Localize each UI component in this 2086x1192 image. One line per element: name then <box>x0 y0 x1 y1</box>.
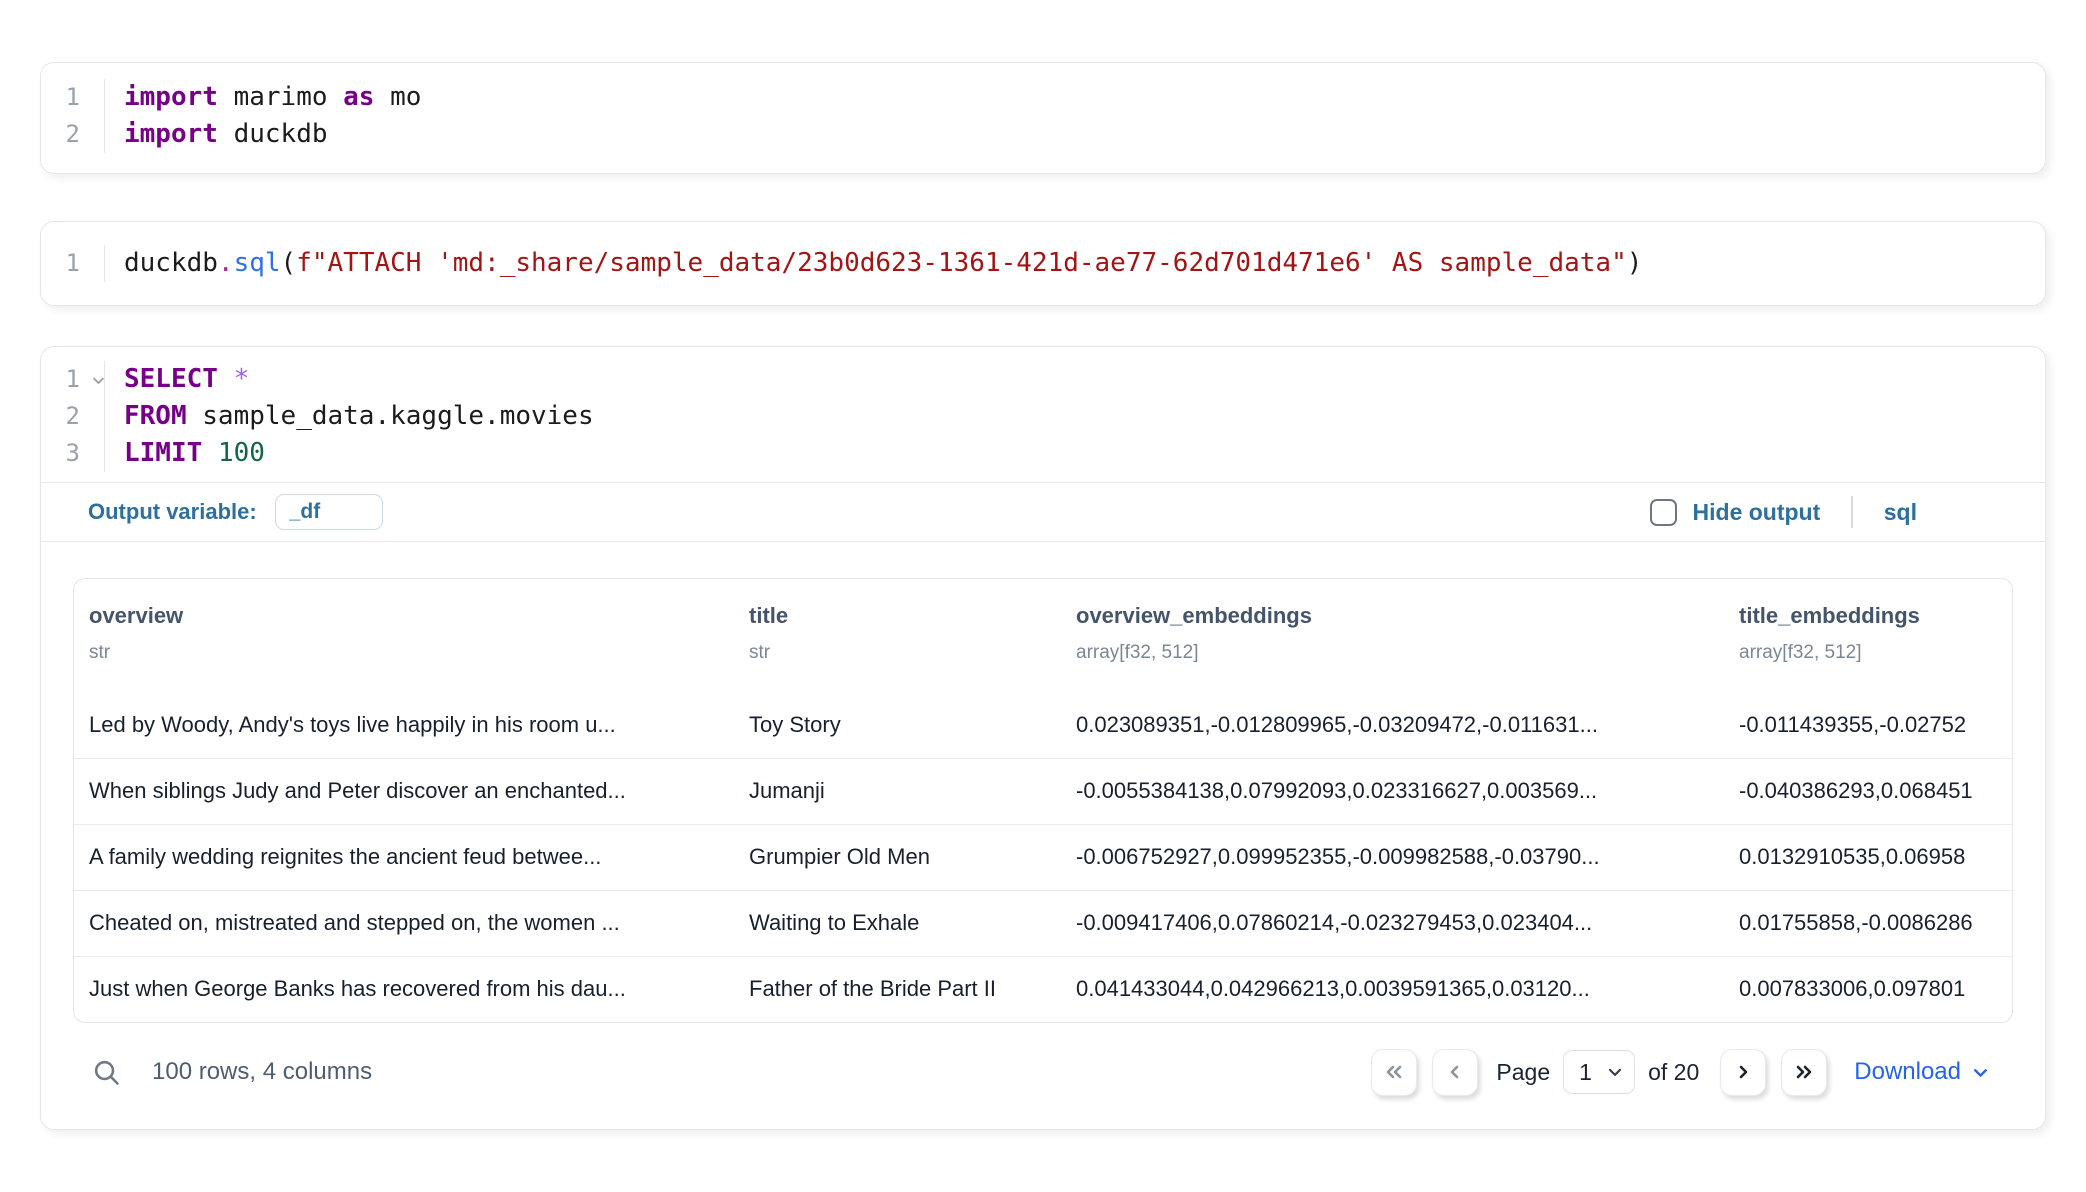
page-number-select[interactable]: 1 <box>1563 1050 1635 1094</box>
code-line[interactable]: 2import duckdb <box>41 116 2045 153</box>
table-cell[interactable]: -0.006752927,0.099952355,-0.009982588,-0… <box>1061 824 1724 890</box>
previous-page-button[interactable] <box>1432 1049 1478 1096</box>
column-type: str <box>749 642 1061 664</box>
row-count-summary: 100 rows, 4 columns <box>152 1058 372 1086</box>
notebook-cell-imports[interactable]: 1import marimo as mo2import duckdb <box>40 62 2046 174</box>
download-label: Download <box>1854 1058 1961 1086</box>
table-cell[interactable]: -0.009417406,0.07860214,-0.023279453,0.0… <box>1061 890 1724 956</box>
code-editor[interactable]: 1import marimo as mo2import duckdb <box>41 79 2045 153</box>
table-cell[interactable]: 0.041433044,0.042966213,0.0039591365,0.0… <box>1061 956 1724 1022</box>
chevrons-right-icon <box>1792 1060 1816 1084</box>
chevron-right-icon <box>1731 1060 1755 1084</box>
code-line[interactable]: 2FROM sample_data.kaggle.movies <box>41 398 2045 435</box>
column-type: array[f32, 512] <box>1739 642 2012 664</box>
table-row: Cheated on, mistreated and stepped on, t… <box>74 890 2012 956</box>
table-row: A family wedding reignites the ancient f… <box>74 824 2012 890</box>
chevron-down-icon <box>1605 1062 1625 1082</box>
column-type: str <box>89 642 734 664</box>
table-row: When siblings Judy and Peter discover an… <box>74 758 2012 824</box>
table-row: Just when George Banks has recovered fro… <box>74 956 2012 1022</box>
code-editor[interactable]: 1duckdb.sql(f"ATTACH 'md:_share/sample_d… <box>41 245 2045 282</box>
column-header[interactable]: title_embeddings array[f32, 512] <box>1724 579 2012 692</box>
line-number: 2 <box>41 398 105 435</box>
code-text[interactable]: duckdb.sql(f"ATTACH 'md:_share/sample_da… <box>105 245 1642 282</box>
table-cell[interactable]: Waiting to Exhale <box>734 890 1061 956</box>
pagination: Page 1 of 20 Download <box>1371 1049 1991 1096</box>
dataframe-table: overview str title str overview_embeddingsar… <box>74 579 2012 1022</box>
column-header[interactable]: title str <box>734 579 1061 692</box>
divider <box>41 541 2045 542</box>
line-number: 1 <box>41 79 105 116</box>
column-type: array[f32, 512] <box>1076 642 1724 664</box>
search-icon[interactable] <box>91 1057 122 1088</box>
hide-output-label: Hide output <box>1693 499 1821 526</box>
code-text[interactable]: FROM sample_data.kaggle.movies <box>105 398 594 435</box>
column-name: overview <box>89 603 734 629</box>
line-number: 3 <box>41 435 105 472</box>
notebook-cell-attach[interactable]: 1duckdb.sql(f"ATTACH 'md:_share/sample_d… <box>40 221 2046 306</box>
table-cell[interactable]: 0.01755858,-0.0086286 <box>1724 890 2012 956</box>
code-line[interactable]: 1SELECT * <box>41 361 2045 398</box>
table-cell[interactable]: Jumanji <box>734 758 1061 824</box>
table-cell[interactable]: A family wedding reignites the ancient f… <box>74 824 734 890</box>
output-variable-label: Output variable: <box>88 499 257 525</box>
column-header[interactable]: overview str <box>74 579 734 692</box>
sql-cell-toolbar: Output variable: Hide output sql <box>41 483 2045 541</box>
chevron-down-icon <box>1970 1062 1991 1083</box>
chevrons-left-icon <box>1382 1060 1406 1084</box>
dataframe-table-card: overview str title str overview_embeddingsar… <box>73 578 2013 1023</box>
table-footer: 100 rows, 4 columns Page 1 of 20 <box>41 1041 2045 1103</box>
last-page-button[interactable] <box>1781 1049 1827 1096</box>
table-cell[interactable]: Father of the Bride Part II <box>734 956 1061 1022</box>
output-variable-input[interactable] <box>275 494 383 530</box>
code-line[interactable]: 1duckdb.sql(f"ATTACH 'md:_share/sample_d… <box>41 245 2045 282</box>
hide-output-checkbox[interactable] <box>1650 499 1677 526</box>
table-cell[interactable]: -0.0055384138,0.07992093,0.023316627,0.0… <box>1061 758 1724 824</box>
column-name: overview_embeddings <box>1076 603 1724 629</box>
page-number-value: 1 <box>1579 1059 1605 1086</box>
table-cell[interactable]: Just when George Banks has recovered fro… <box>74 956 734 1022</box>
table-cell[interactable]: Grumpier Old Men <box>734 824 1061 890</box>
chevron-left-icon <box>1443 1060 1467 1084</box>
code-text[interactable]: SELECT * <box>105 361 249 398</box>
code-editor[interactable]: 1SELECT *2FROM sample_data.kaggle.movies… <box>41 361 2045 472</box>
code-text[interactable]: import duckdb <box>105 116 328 153</box>
table-cell[interactable]: Toy Story <box>734 692 1061 758</box>
table-cell[interactable]: Cheated on, mistreated and stepped on, t… <box>74 890 734 956</box>
table-cell[interactable]: 0.007833006,0.097801 <box>1724 956 2012 1022</box>
code-text[interactable]: LIMIT 100 <box>105 435 265 472</box>
next-page-button[interactable] <box>1720 1049 1766 1096</box>
table-cell[interactable]: Led by Woody, Andy's toys live happily i… <box>74 692 734 758</box>
table-cell[interactable]: When siblings Judy and Peter discover an… <box>74 758 734 824</box>
page-label: Page <box>1496 1059 1550 1086</box>
fold-chevron-icon[interactable] <box>91 373 106 388</box>
table-row: Led by Woody, Andy's toys live happily i… <box>74 692 2012 758</box>
download-button[interactable]: Download <box>1854 1058 1991 1086</box>
code-text[interactable]: import marimo as mo <box>105 79 421 116</box>
page-total-label: of 20 <box>1648 1059 1699 1086</box>
notebook-cell-sql[interactable]: 1SELECT *2FROM sample_data.kaggle.movies… <box>40 346 2046 1130</box>
column-name: title <box>749 603 1061 629</box>
table-cell[interactable]: 0.0132910535,0.06958 <box>1724 824 2012 890</box>
line-number: 1 <box>41 245 105 282</box>
line-number: 1 <box>41 361 105 398</box>
column-header[interactable]: overview_embeddings array[f32, 512] <box>1061 579 1724 692</box>
code-line[interactable]: 3LIMIT 100 <box>41 435 2045 472</box>
code-line[interactable]: 1import marimo as mo <box>41 79 2045 116</box>
table-cell[interactable]: 0.023089351,-0.012809965,-0.03209472,-0.… <box>1061 692 1724 758</box>
table-cell[interactable]: -0.040386293,0.068451 <box>1724 758 2012 824</box>
table-cell[interactable]: -0.011439355,-0.02752 <box>1724 692 2012 758</box>
language-badge[interactable]: sql <box>1884 499 1917 526</box>
first-page-button[interactable] <box>1371 1049 1417 1096</box>
column-name: title_embeddings <box>1739 603 2012 629</box>
divider <box>1851 496 1853 528</box>
line-number: 2 <box>41 116 105 153</box>
